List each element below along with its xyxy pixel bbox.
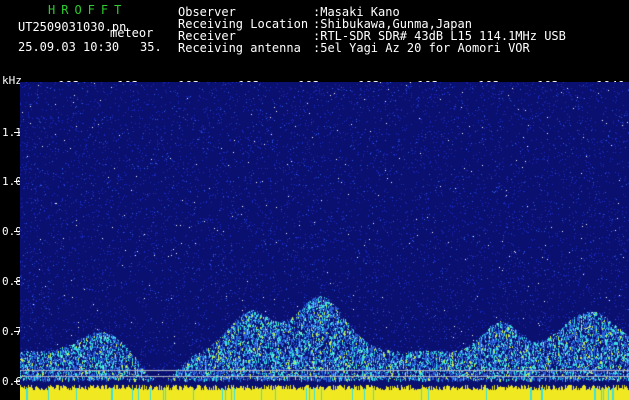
header-panel: HROFFT UT2509031030.pn meteor 25.09.03 1… [0,0,629,74]
mode-label: meteor [110,26,154,40]
info-value: :5el Yagi Az 20 for Aomori VOR [313,41,530,55]
datetime-label: 25.09.03 10:30 [18,40,120,54]
info-label: Receiving antenna [178,41,301,55]
spectrogram-canvas [20,82,629,400]
count-label: 35. [140,40,162,54]
app-brand: HROFFT [48,3,128,17]
info-row-antenna: Receiving antenna :5el Yagi Az 20 for Aom… [178,42,530,54]
y-axis-unit: kHz [2,74,22,87]
